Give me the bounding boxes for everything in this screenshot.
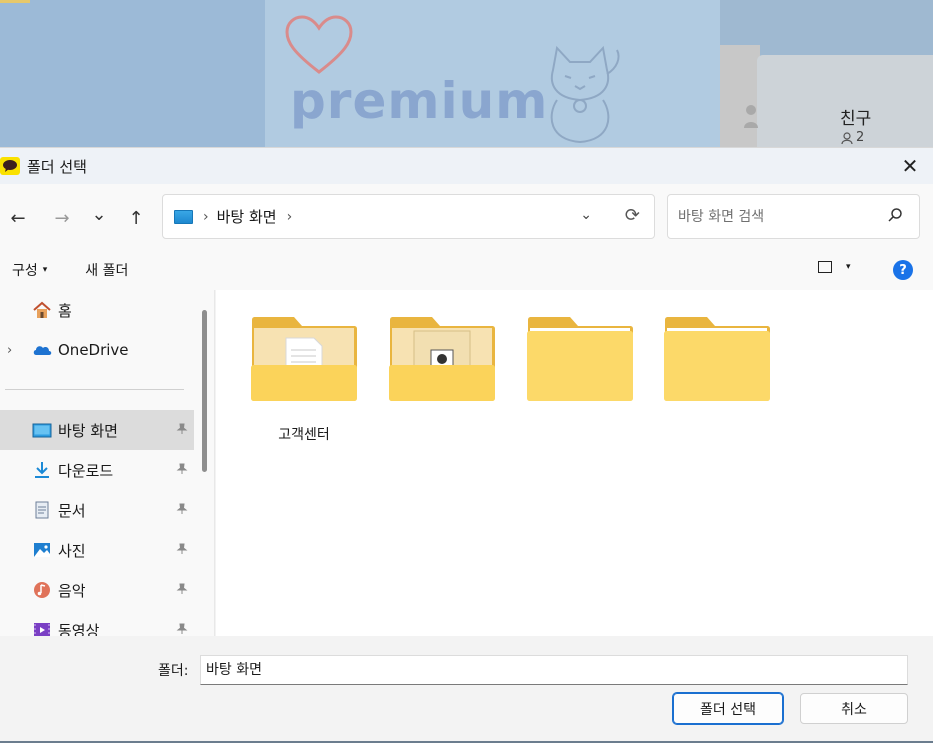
file-view: 고객센터 [216,290,933,636]
videos-icon [34,623,50,636]
pin-icon [176,423,188,438]
documents-icon [35,501,49,519]
chevron-right-icon[interactable]: › [7,343,12,358]
arrow-left-icon: ← [10,207,26,229]
pin-icon [176,463,188,478]
folder-name-field[interactable]: 바탕 화면 [200,655,908,685]
folder-icon [664,317,770,401]
pin-icon [176,583,188,598]
arrow-up-icon: ↑ [128,207,144,229]
sidebar-item-downloads[interactable]: 다운로드 [0,450,194,490]
close-icon: ✕ [901,154,919,178]
search-input[interactable] [678,206,878,228]
sidebar-item-onedrive[interactable]: › OneDrive [0,330,194,370]
sidebar-item-desktop[interactable]: 바탕 화면 [0,410,194,450]
organize-label: 구성 [12,263,38,279]
sidebar-divider [5,389,184,390]
folder-with-shortcut-icon [389,317,495,401]
folder-with-document-icon [251,317,357,401]
sidebar-item-home[interactable]: 홈 [0,290,194,330]
breadcrumb-separator-trailing[interactable]: › [287,209,293,225]
forward-button[interactable]: → [50,206,74,230]
address-bar[interactable]: › 바탕 화면 › ⌄ ⟳ [162,194,655,239]
pictures-icon [34,543,50,557]
onedrive-icon [33,346,52,355]
home-icon [33,301,51,318]
new-folder-button[interactable]: 새 폴더 [85,260,128,280]
sidebar-item-label: 동영상 [58,621,100,637]
refresh-icon[interactable]: ⟳ [625,205,640,226]
sidebar-item-label: OneDrive [58,341,129,359]
sidebar-item-label: 문서 [58,501,86,520]
folder-item[interactable] [388,316,496,456]
background-window-left [0,0,265,150]
person-icon [743,100,759,130]
sidebar-item-music[interactable]: 음악 [0,570,194,610]
folder-item[interactable]: 고객센터 [250,316,358,456]
dialog-title: 폴더 선택 [27,157,87,176]
up-button[interactable]: ↑ [124,206,148,230]
back-button[interactable]: ← [6,206,30,230]
arrow-right-icon: → [54,207,70,229]
folder-name: 고객센터 [278,427,330,443]
background-tab-accent [0,0,30,3]
download-icon [35,462,49,478]
title-bar: 폴더 선택 ✕ [0,148,933,184]
sidebar-item-label: 홈 [58,301,72,320]
sidebar-item-label: 다운로드 [58,461,114,480]
caret-down-icon: ▾ [846,262,851,272]
sidebar-item-pictures[interactable]: 사진 [0,530,194,570]
folder-icon [527,317,633,401]
search-box[interactable] [667,194,920,239]
navigation-pane: 홈 › OneDrive 바탕 화면 다운로드 문서 사진 음악 동영상 [0,290,215,636]
view-icon [818,261,832,273]
sidebar-item-label: 사진 [58,541,86,560]
sidebar-item-videos[interactable]: 동영상 [0,610,194,636]
navigation-bar: ← → ⌄ ↑ › 바탕 화면 › ⌄ ⟳ [0,184,933,250]
address-history-dropdown[interactable]: ⌄ [580,207,592,223]
sidebar-item-documents[interactable]: 문서 [0,490,194,530]
breadcrumb-separator[interactable]: › [203,209,209,225]
folder-select-dialog: 폴더 선택 ✕ ← → ⌄ ↑ › 바탕 화면 › ⌄ ⟳ 바탕 화면 검색 구… [0,147,933,743]
pin-icon [176,623,188,637]
search-icon[interactable] [887,207,903,223]
cancel-button[interactable]: 취소 [800,693,908,724]
desktop-icon [174,209,193,224]
folder-item[interactable] [526,316,634,456]
view-options-button[interactable]: ▾ [818,261,851,273]
caret-down-icon: ▾ [42,265,48,275]
sidebar-item-label: 음악 [58,581,86,600]
organize-button[interactable]: 구성 ▾ [12,260,47,280]
person-count-icon [841,131,853,144]
new-folder-label: 새 폴더 [85,263,129,279]
music-icon [34,582,50,598]
pin-icon [176,543,188,558]
close-button[interactable]: ✕ [887,148,933,184]
dialog-footer: 폴더: 바탕 화면 폴더 선택 취소 [0,636,933,743]
chevron-down-icon: ⌄ [91,203,107,225]
friends-count: 2 [841,130,864,145]
background-card [720,45,760,150]
premium-logo-text: premium [290,72,549,130]
lucky-cat-icon [550,45,620,144]
friends-count-value: 2 [856,130,865,145]
breadcrumb-location[interactable]: 바탕 화면 [217,206,277,227]
heart-icon [285,15,353,74]
desktop-icon [32,423,52,438]
select-folder-button[interactable]: 폴더 선택 [672,692,784,725]
folder-item[interactable] [663,316,771,456]
help-icon: ? [899,262,907,278]
help-button[interactable]: ? [893,260,913,280]
command-bar: 구성 ▾ 새 폴더 ▾ ? [0,250,933,290]
friends-label: 친구 [840,109,872,129]
sidebar-scrollbar[interactable] [202,310,207,472]
kakaotalk-icon [0,157,20,175]
sidebar-item-label: 바탕 화면 [58,421,118,440]
folder-field-label: 폴더: [158,663,189,679]
pin-icon [176,503,188,518]
recent-locations-button[interactable]: ⌄ [87,202,111,226]
